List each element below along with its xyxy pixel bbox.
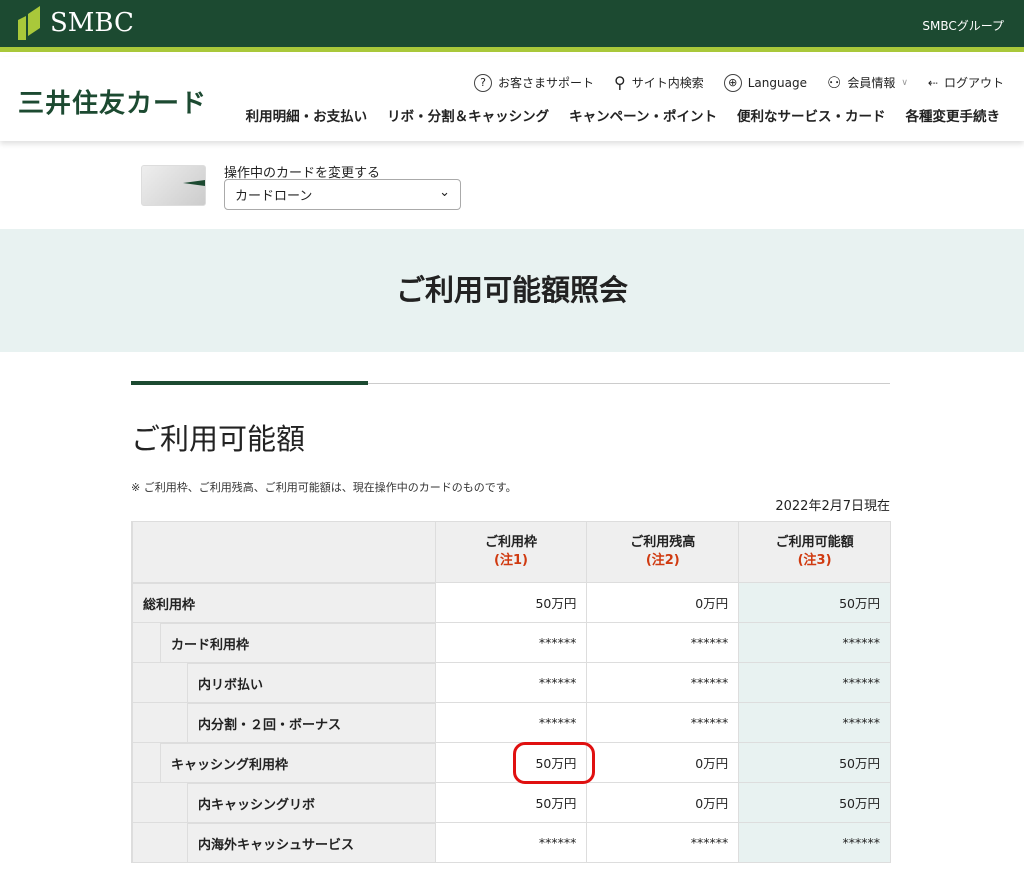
- value-cell: ******: [738, 702, 890, 742]
- value-cell: 50万円: [738, 782, 890, 822]
- value-cell: ******: [434, 622, 587, 662]
- row-label: 内リボ払い: [187, 663, 435, 702]
- logout-icon: ⇠: [927, 75, 938, 90]
- value-cell: ******: [586, 622, 739, 662]
- header-limit: ご利用枠 (注1): [434, 522, 587, 582]
- table-row: 内分割・２回・ボーナス ****** ****** ******: [132, 702, 890, 742]
- as-of-date: 2022年2月7日現在: [775, 499, 890, 514]
- table-row: 内海外キャッシュサービス ****** ****** ******: [132, 822, 890, 862]
- header-note-link[interactable]: (注3): [798, 552, 832, 570]
- row-label-cell: キャッシング利用枠: [132, 742, 435, 782]
- header-label: ご利用枠: [484, 535, 537, 550]
- support-link[interactable]: ? お客さまサポート: [473, 73, 594, 92]
- value-cell: ******: [434, 662, 587, 702]
- utility-nav: ? お客さまサポート ⚲ サイト内検索 ⊕ Language ⚇ 会員情報 ∨ ⇠ ログアウ…: [473, 73, 1004, 92]
- smbc-logo[interactable]: SMBC: [18, 6, 134, 40]
- value-cell: 50万円: [738, 582, 890, 622]
- search-label: サイト内検索: [631, 76, 704, 90]
- header-label: ご利用残高: [630, 535, 696, 550]
- row-label-cell: 内分割・２回・ボーナス: [132, 702, 435, 742]
- nav-campaign-points[interactable]: キャンペーン・ポイント: [569, 105, 717, 125]
- smbc-logo-text: SMBC: [50, 8, 134, 38]
- value-cell: ******: [738, 622, 890, 662]
- smbc-leaf-icon: [18, 6, 40, 40]
- row-label: 総利用枠: [133, 583, 435, 622]
- header-note-link[interactable]: (注1): [494, 552, 528, 570]
- value-cell: 0万円: [586, 742, 739, 782]
- row-label: キャッシング利用枠: [160, 743, 435, 782]
- row-label-cell: 内リボ払い: [132, 662, 435, 702]
- site-search-link[interactable]: ⚲ サイト内検索: [614, 73, 704, 92]
- nav-revolving-cashing[interactable]: リボ・分割＆キャッシング: [387, 105, 549, 125]
- header-available: ご利用可能額 (注3): [738, 522, 890, 582]
- table-row: 内リボ払い ****** ****** ******: [132, 662, 890, 702]
- header-note-link[interactable]: (注2): [646, 552, 680, 570]
- member-info-label: 会員情報: [847, 76, 896, 90]
- page-title: ご利用可能額照会: [0, 229, 1024, 352]
- chevron-down-icon: ∨: [901, 77, 908, 88]
- value-cell: 50万円: [434, 782, 587, 822]
- value-cell: ******: [738, 822, 890, 862]
- main-nav: 利用明細・お支払い リボ・分割＆キャッシング キャンペーン・ポイント 便利なサー…: [246, 105, 1000, 125]
- value-cell: ******: [586, 702, 739, 742]
- value-cell: ******: [434, 822, 587, 862]
- value-cell: 0万円: [586, 782, 739, 822]
- search-icon: ⚲: [614, 73, 626, 92]
- row-label: 内分割・２回・ボーナス: [187, 703, 435, 742]
- question-circle-icon: ?: [473, 73, 492, 92]
- value-cell: ******: [586, 822, 739, 862]
- value-cell: 50万円: [738, 742, 890, 782]
- note-text: ※ ご利用枠、ご利用残高、ご利用可能額は、現在操作中のカードのものです。: [131, 481, 517, 494]
- row-label-cell: 内海外キャッシュサービス: [132, 822, 435, 862]
- value-cell: 50万円: [434, 582, 587, 622]
- header-empty-cell: [132, 522, 435, 582]
- language-link[interactable]: ⊕ Language: [723, 73, 807, 92]
- support-label: お客さまサポート: [497, 76, 594, 90]
- highlight-circle: [513, 742, 595, 784]
- nav-services[interactable]: 便利なサービス・カード: [737, 105, 886, 125]
- row-label-cell: 総利用枠: [132, 582, 435, 622]
- logout-label: ログアウト: [943, 76, 1004, 90]
- row-label-cell: カード利用枠: [132, 622, 435, 662]
- table-row: 総利用枠 50万円 0万円 50万円: [132, 582, 890, 622]
- value-cell: ******: [434, 702, 587, 742]
- header-balance: ご利用残高 (注2): [586, 522, 739, 582]
- card-select-value: カードローン: [235, 189, 313, 204]
- available-amount-table: ご利用枠 (注1) ご利用残高 (注2) ご利用可能額 (注3) 総利用枠 50万円 0万…: [131, 521, 891, 863]
- value-cell: 0万円: [586, 582, 739, 622]
- logout-link[interactable]: ⇠ ログアウト: [928, 74, 1004, 91]
- table-row: キャッシング利用枠 50万円 0万円 50万円: [132, 742, 890, 782]
- row-label-cell: 内キャッシングリボ: [132, 782, 435, 822]
- nav-statements[interactable]: 利用明細・お支払い: [246, 105, 368, 125]
- row-label: 内キャッシングリボ: [187, 783, 435, 822]
- smbc-group-link[interactable]: SMBCグループ: [922, 17, 1004, 34]
- top-bar: SMBC SMBCグループ: [0, 0, 1024, 52]
- section-title: ご利用可能額: [131, 422, 306, 456]
- user-icon: ⚇: [826, 73, 842, 92]
- section-tab-line: [131, 381, 890, 385]
- member-info-menu[interactable]: ⚇ 会員情報 ∨: [827, 73, 908, 92]
- value-cell: ******: [738, 662, 890, 702]
- language-label: Language: [747, 75, 807, 90]
- row-label: カード利用枠: [160, 623, 435, 662]
- chevron-down-icon: ⌄: [439, 185, 450, 200]
- globe-icon: ⊕: [723, 73, 742, 92]
- header-label: ご利用可能額: [775, 535, 854, 550]
- nav-procedures[interactable]: 各種変更手続き: [906, 105, 1001, 125]
- table-row: カード利用枠 ****** ****** ******: [132, 622, 890, 662]
- card-image: [141, 165, 206, 206]
- card-select[interactable]: カードローン ⌄: [224, 179, 461, 210]
- site-header: 三井住友カード ? お客さまサポート ⚲ サイト内検索 ⊕ Language ⚇ 会員情…: [0, 57, 1024, 141]
- value-cell: ******: [586, 662, 739, 702]
- brand-logo[interactable]: 三井住友カード: [18, 83, 207, 120]
- table-header-row: ご利用枠 (注1) ご利用残高 (注2) ご利用可能額 (注3): [132, 522, 890, 582]
- table-row: 内キャッシングリボ 50万円 0万円 50万円: [132, 782, 890, 822]
- row-label: 内海外キャッシュサービス: [187, 823, 435, 862]
